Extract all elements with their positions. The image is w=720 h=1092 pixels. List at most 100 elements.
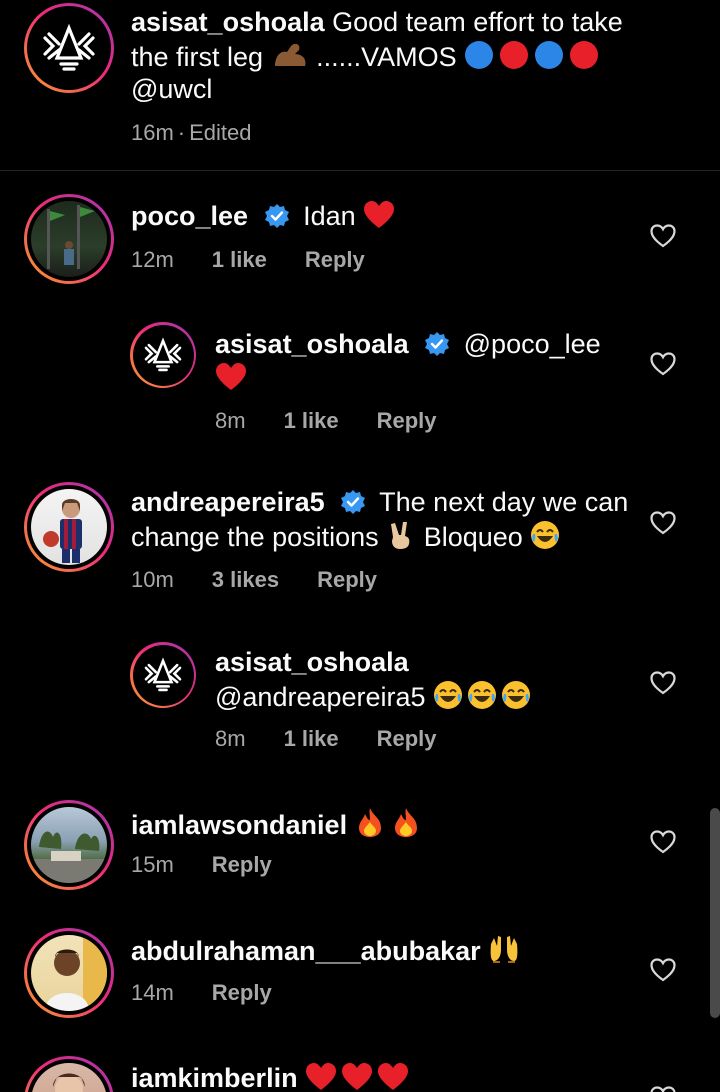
scrollbar[interactable] — [710, 808, 720, 1018]
caption-username[interactable]: asisat_oshoala — [131, 7, 325, 37]
red-heart-emoji — [378, 1063, 409, 1090]
comment-likes[interactable]: 3 likes — [212, 567, 279, 592]
caption-avatar[interactable] — [24, 3, 114, 93]
comment-text-line2 — [215, 362, 247, 395]
logo-avatar — [136, 648, 190, 702]
comment-username[interactable]: asisat_oshoala — [215, 329, 409, 359]
comment-username[interactable]: asisat_oshoala — [215, 647, 409, 677]
red-circle-emoji — [570, 41, 599, 69]
comment-likes[interactable]: 1 like — [284, 726, 339, 751]
fire-emoji — [358, 808, 381, 837]
commenter-avatar[interactable] — [24, 194, 114, 284]
reply-comment-item: asisat_oshoala @andreapereira5 8m 1 like… — [0, 640, 720, 760]
comment-time: 14m — [131, 980, 174, 1005]
verified-badge-icon — [425, 332, 450, 356]
comment-meta: 12m 1 like Reply — [131, 247, 403, 273]
victory-hand-emoji — [391, 522, 410, 549]
reply-comment-item: asisat_oshoala @poco_lee 8m 1 like Reply — [0, 320, 720, 440]
circles-emoji-row — [465, 41, 599, 69]
red-hearts-emoji-row — [306, 1063, 409, 1090]
comment-item: iamlawsondaniel 15m Reply — [0, 798, 720, 898]
comment-time: 15m — [131, 852, 174, 877]
caption-edited: Edited — [189, 120, 252, 145]
commenter-avatar[interactable] — [24, 482, 114, 572]
caption-text-line2: the first leg ......VAMOS — [131, 40, 604, 74]
avatar-photo — [43, 499, 82, 563]
comment-mention[interactable]: @poco_lee — [464, 329, 601, 359]
reply-button[interactable]: Reply — [377, 726, 437, 751]
comment-username[interactable]: abdulrahaman___abubakar — [131, 936, 481, 966]
avatar-photo — [45, 935, 107, 1011]
commenter-avatar[interactable] — [24, 928, 114, 1018]
commenter-avatar[interactable] — [130, 322, 196, 388]
red-heart-emoji — [364, 201, 395, 228]
caption-text-part: the first leg — [131, 42, 264, 72]
reply-button[interactable]: Reply — [377, 408, 437, 433]
heart-outline-icon[interactable] — [650, 352, 676, 376]
caption-text-line1: asisat_oshoala Good team effort to take — [131, 6, 623, 39]
red-circle-emoji — [500, 41, 529, 69]
comment-username[interactable]: iamlawsondaniel — [131, 810, 347, 840]
comment-body: Idan — [303, 201, 356, 231]
comment-username[interactable]: andreapereira5 — [131, 487, 325, 517]
commenter-avatar[interactable] — [130, 642, 196, 708]
reply-button[interactable]: Reply — [212, 980, 272, 1005]
comment-likes[interactable]: 1 like — [284, 408, 339, 433]
heart-outline-icon[interactable] — [650, 511, 676, 535]
meta-separator: · — [177, 120, 186, 145]
commenter-avatar[interactable] — [24, 800, 114, 890]
verified-badge-icon — [264, 204, 289, 228]
laughing-emoji-row — [434, 681, 531, 709]
comment-text: asisat_oshoala @poco_lee — [215, 328, 601, 361]
comment-meta: 14m Reply — [131, 980, 310, 1006]
comment-text-line2: change the positions Bloqueo — [131, 520, 560, 554]
comment-username[interactable]: poco_lee — [131, 201, 248, 231]
comment-item: andreapereira5 The next day we can chang… — [0, 480, 720, 600]
heart-outline-icon[interactable] — [650, 958, 676, 982]
blue-circle-emoji — [535, 41, 564, 69]
blue-circle-emoji — [465, 41, 494, 69]
comment-meta: 8m 1 like Reply — [215, 408, 475, 434]
logo-avatar — [136, 328, 190, 382]
fire-emoji — [394, 808, 417, 837]
comment-text: iamkimberlin — [131, 1062, 409, 1092]
comment-time: 12m — [131, 247, 174, 272]
avatar-photo — [47, 205, 95, 269]
comment-meta: 8m 1 like Reply — [215, 726, 475, 752]
comment-body: change the positions — [131, 522, 379, 552]
comment-text-line2: @andreapereira5 — [215, 680, 533, 714]
caption-text-part: ......VAMOS — [316, 42, 457, 72]
caption-text: Good team effort to take — [332, 7, 623, 37]
logo-avatar — [31, 10, 107, 86]
verified-badge-icon — [341, 490, 366, 514]
flexed-bicep-emoji — [274, 43, 306, 66]
comment-likes[interactable]: 1 like — [212, 247, 267, 272]
reply-button[interactable]: Reply — [305, 247, 365, 272]
comment-text: poco_lee Idan — [131, 200, 395, 233]
red-heart-emoji — [216, 363, 246, 390]
comment-body: Bloqueo — [423, 522, 523, 552]
comment-username[interactable]: iamkimberlin — [131, 1063, 298, 1092]
heart-outline-icon[interactable] — [650, 671, 676, 695]
comment-text: andreapereira5 The next day we can — [131, 486, 628, 519]
commenter-avatar[interactable] — [24, 1056, 114, 1092]
heart-outline-icon[interactable] — [650, 1086, 676, 1092]
reply-button[interactable]: Reply — [317, 567, 377, 592]
comment-meta: 15m Reply — [131, 852, 310, 878]
comment-time: 8m — [215, 726, 246, 751]
heart-outline-icon[interactable] — [650, 224, 676, 248]
laughing-emoji — [468, 681, 497, 709]
raised-hands-emoji — [490, 936, 518, 963]
laughing-emoji — [531, 521, 560, 549]
caption-mention[interactable]: @uwcl — [131, 73, 212, 106]
reply-button[interactable]: Reply — [212, 852, 272, 877]
comment-item: poco_lee Idan 12m 1 like Reply — [0, 192, 720, 292]
comment-mention[interactable]: @andreapereira5 — [215, 682, 426, 712]
heart-outline-icon[interactable] — [650, 830, 676, 854]
caption-time: 16m — [131, 120, 174, 145]
comment-text: iamlawsondaniel — [131, 806, 425, 842]
comment-time: 8m — [215, 408, 246, 433]
comment-text: abdulrahaman___abubakar — [131, 934, 520, 968]
caption-meta: 16m · Edited — [131, 120, 290, 146]
comment-text: asisat_oshoala — [215, 646, 409, 679]
